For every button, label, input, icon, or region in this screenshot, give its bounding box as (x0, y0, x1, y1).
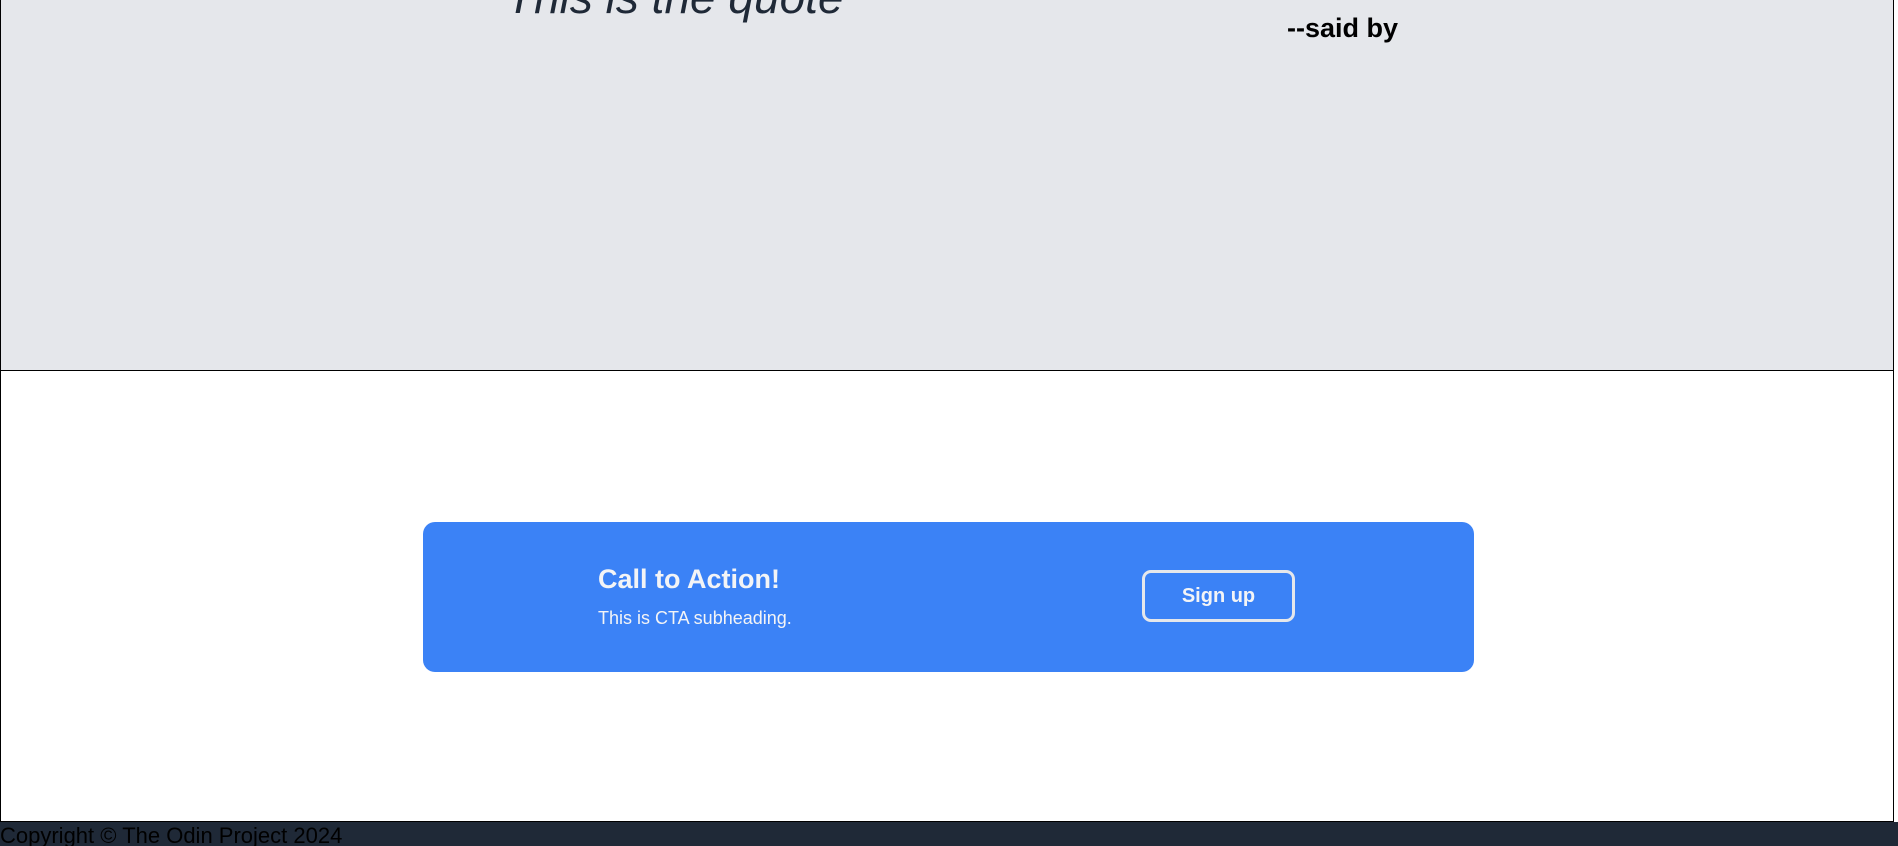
quote-section: This is the quote --said by (0, 0, 1894, 371)
sign-up-button[interactable]: Sign up (1142, 570, 1295, 622)
cta-section: Call to Action! This is CTA subheading. … (0, 371, 1894, 822)
quote-attribution: --said by (1287, 13, 1399, 43)
quote-text: This is the quote (506, 0, 844, 20)
cta-box: Call to Action! This is CTA subheading. … (423, 522, 1474, 672)
cta-subheading: This is CTA subheading. (598, 608, 792, 628)
copyright-text: Copyright © The Odin Project 2024 (0, 823, 343, 846)
page: This is the quote --said by Call to Acti… (0, 0, 1898, 846)
cta-heading: Call to Action! (598, 564, 780, 594)
footer: Copyright © The Odin Project 2024 (0, 822, 1898, 846)
